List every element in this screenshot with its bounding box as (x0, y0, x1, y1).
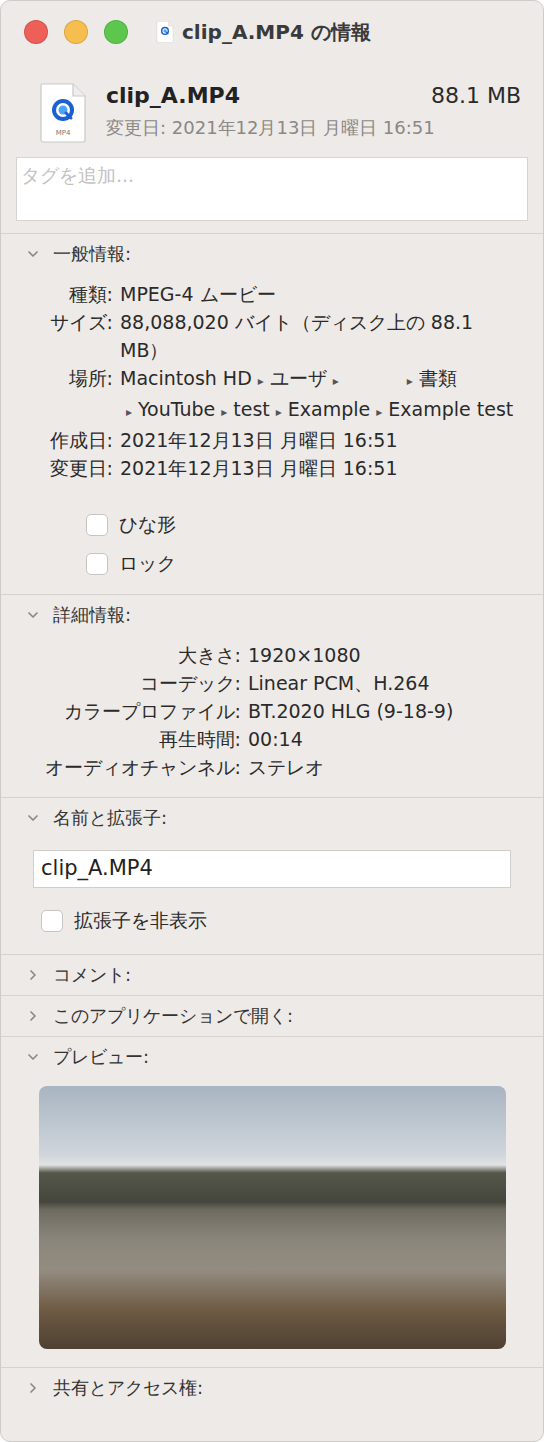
info-window: clip_A.MP4 の情報 MP4 clip_A.MP4 変更日: 2021年12月… (0, 0, 544, 1442)
general-section: 一般情報: 種類:MPEG-4 ムービーサイズ:88,088,020 バイト（ディ… (1, 233, 543, 594)
name-section: 名前と拡張子: clip_A.MP4 拡張子を非表示 (1, 797, 543, 954)
details-info: 大きさ:1920×1080コーデック:Linear PCM、H.264カラープロ… (1, 635, 543, 781)
path-segment[interactable]: Macintosh HD (120, 367, 252, 389)
general-info: 種類:MPEG-4 ムービーサイズ:88,088,020 バイト（ディスク上の … (1, 274, 543, 482)
chevron-right-icon[interactable] (25, 967, 41, 983)
info-value: 1920×1080 (248, 641, 525, 669)
path-separator: ▸ (333, 374, 339, 388)
info-label: 作成日: (19, 426, 113, 454)
section-title: プレビュー: (53, 1045, 149, 1069)
svg-text:MP4: MP4 (56, 129, 71, 137)
chevron-down-icon[interactable] (25, 246, 41, 262)
checkbox-box[interactable] (41, 910, 63, 932)
preview-image (39, 1086, 506, 1349)
path-separator: ▸ (258, 374, 264, 388)
path-separator: ▸ (376, 405, 382, 419)
info-value: Linear PCM、H.264 (248, 669, 525, 697)
info-value: MPEG-4 ムービー (120, 280, 525, 308)
section-header[interactable]: コメント: (1, 955, 543, 995)
info-label: 場所: (19, 364, 113, 426)
section-title: このアプリケーションで開く: (53, 1004, 293, 1028)
chevron-down-icon[interactable] (25, 607, 41, 623)
close-button[interactable] (24, 20, 48, 44)
path-separator: ▸ (276, 405, 282, 419)
section-title: 詳細情報: (53, 603, 131, 627)
movie-file-icon (156, 21, 174, 43)
movie-document-icon: MP4 (39, 83, 87, 143)
preview-section: プレビュー: (1, 1036, 543, 1367)
info-label: 変更日: (19, 454, 113, 482)
path-segment[interactable]: ユーザ (270, 367, 327, 389)
zoom-button[interactable] (104, 20, 128, 44)
name-field[interactable]: clip_A.MP4 (33, 850, 511, 888)
section-header[interactable]: 一般情報: (1, 234, 543, 274)
section-header[interactable]: 共有とアクセス権: (1, 1368, 543, 1408)
info-value: 00:14 (248, 725, 525, 753)
file-name-block: clip_A.MP4 変更日: 2021年12月13日 月曜日 16:51 (106, 83, 416, 140)
title-text: clip_A.MP4 の情報 (182, 19, 371, 46)
modified-date: 変更日: 2021年12月13日 月曜日 16:51 (106, 116, 416, 140)
path-separator: ▸ (221, 405, 227, 419)
info-value: ステレオ (248, 753, 525, 781)
path-segment[interactable]: Example (288, 398, 370, 420)
info-label: 種類: (19, 280, 113, 308)
path-segment[interactable]: Example test (388, 398, 513, 420)
chevron-down-icon[interactable] (25, 1049, 41, 1065)
checkbox-label: 拡張子を非表示 (74, 908, 207, 934)
info-value: BT.2020 HLG (9-18-9) (248, 697, 525, 725)
path-segment[interactable]: 書類 (419, 367, 457, 389)
collapsed-section: コメント: (1, 954, 543, 995)
chevron-down-icon[interactable] (25, 810, 41, 826)
info-value: 88,088,020 バイト（ディスク上の 88.1 MB） (120, 308, 525, 364)
info-value: 2021年12月13日 月曜日 16:51 (120, 426, 525, 454)
details-section: 詳細情報: 大きさ:1920×1080コーデック:Linear PCM、H.264… (1, 594, 543, 797)
info-label: 再生時間: (19, 725, 241, 753)
section-title: コメント: (53, 963, 131, 987)
hide-extension-checkbox[interactable]: 拡張子を非表示 (41, 904, 543, 938)
collapsed-section: 共有とアクセス権: (1, 1367, 543, 1408)
window-controls (24, 20, 154, 44)
checkbox-box[interactable] (86, 553, 108, 575)
info-label: コーデック: (19, 669, 241, 697)
path-value: Macintosh HD ▸ ユーザ ▸ ▸ 書類 ▸ YouTube ▸ test ▸ Exampl… (120, 364, 525, 426)
info-label: オーディオチャンネル: (19, 753, 241, 781)
info-label: カラープロファイル: (19, 697, 241, 725)
option-checkbox[interactable]: ひな形 (86, 508, 543, 542)
path-separator: ▸ (126, 405, 132, 419)
option-checkbox[interactable]: ロック (86, 547, 543, 581)
checkbox-label: ロック (119, 551, 176, 577)
file-size: 88.1 MB (431, 83, 521, 108)
window-title: clip_A.MP4 の情報 (154, 19, 523, 46)
general-checkboxes: ひな形ロック (1, 508, 543, 581)
section-header[interactable]: プレビュー: (1, 1037, 543, 1077)
section-title: 共有とアクセス権: (53, 1376, 203, 1400)
section-title: 一般情報: (53, 242, 131, 266)
checkbox-box[interactable] (86, 514, 108, 536)
path-segment[interactable]: test (233, 398, 270, 420)
section-header[interactable]: 詳細情報: (1, 595, 543, 635)
file-name: clip_A.MP4 (106, 83, 416, 108)
section-header[interactable]: 名前と拡張子: (1, 798, 543, 838)
tag-field[interactable]: タグを追加... (16, 157, 528, 221)
section-title: 名前と拡張子: (53, 806, 167, 830)
checkbox-label: ひな形 (119, 512, 176, 538)
name-checkboxes: 拡張子を非表示 (1, 904, 543, 938)
info-label: サイズ: (19, 308, 113, 364)
path-segment[interactable]: YouTube (138, 398, 215, 420)
path-separator: ▸ (407, 374, 413, 388)
chevron-right-icon[interactable] (25, 1008, 41, 1024)
info-value: 2021年12月13日 月曜日 16:51 (120, 454, 525, 482)
file-header: MP4 clip_A.MP4 変更日: 2021年12月13日 月曜日 16:51 8… (1, 63, 543, 143)
section-header[interactable]: このアプリケーションで開く: (1, 996, 543, 1036)
title-bar: clip_A.MP4 の情報 (1, 1, 543, 63)
minimize-button[interactable] (64, 20, 88, 44)
chevron-right-icon[interactable] (25, 1380, 41, 1396)
collapsed-section: このアプリケーションで開く: (1, 995, 543, 1036)
info-label: 大きさ: (19, 641, 241, 669)
